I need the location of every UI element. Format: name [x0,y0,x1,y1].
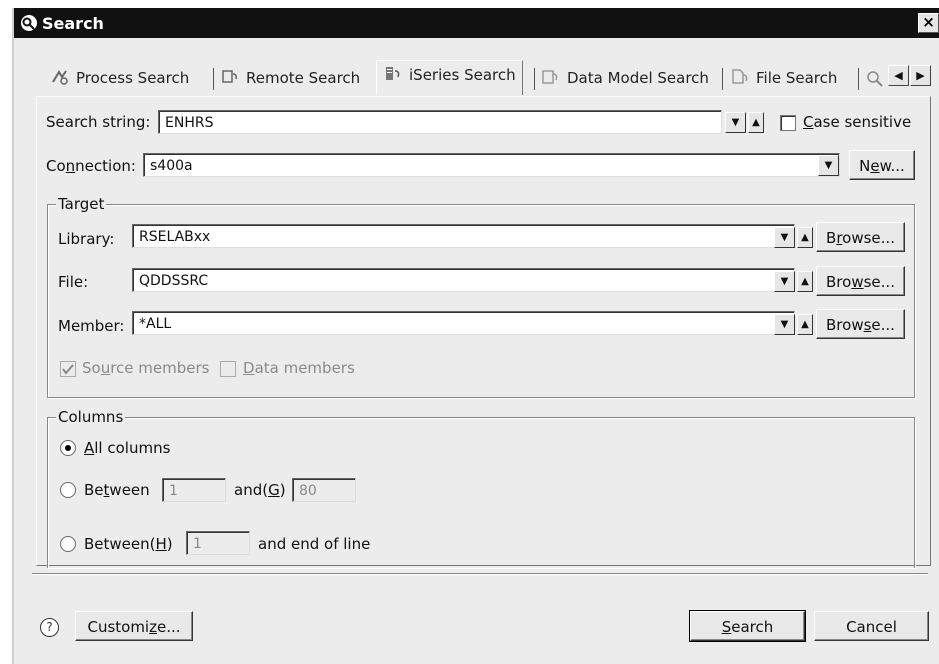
connection-select[interactable]: s400a [143,153,840,177]
tab-divider [213,68,214,90]
search-tabs: Process Search Remote Search iSeries Sea… [36,60,934,96]
library-label: Library: [58,230,115,248]
more-tabs-search-icon [867,71,883,87]
tab-divider [534,68,535,90]
tab-scroll-right-button[interactable]: ▶ [910,65,931,86]
data-members-label: Data members [243,359,355,377]
file-history-button[interactable]: ▲ [797,271,813,292]
cancel-button[interactable]: Cancel [814,611,929,641]
tab-label: File Search [756,69,838,87]
file-search-icon [732,69,748,84]
columns-group: Columns All columns Between 1 and(G) 80 … [47,408,915,568]
member-dropdown-button[interactable]: ▼ [774,314,795,335]
tab-iseries-search[interactable]: iSeries Search [376,60,523,95]
remote-search-icon [222,70,237,83]
data-members-checkbox[interactable] [220,361,236,377]
member-browse-button[interactable]: Browse... [816,309,905,339]
close-button[interactable]: × [918,13,939,33]
between-to-end-radio[interactable] [60,536,76,552]
tab-label: Remote Search [246,69,361,87]
case-sensitive-label: Case sensitive [803,113,912,131]
search-app-icon [21,15,37,31]
tab-scroll-left-button[interactable]: ◀ [888,65,909,86]
process-search-icon [52,70,68,85]
library-input[interactable]: RSELABxx [132,224,795,248]
help-icon[interactable]: ? [40,618,59,637]
tab-data-model-search[interactable]: Data Model Search [541,64,709,92]
search-string-history-button[interactable]: ▲ [748,112,764,133]
member-history-button[interactable]: ▲ [797,314,813,335]
footer-separator [32,573,928,575]
between-end-input[interactable]: 80 [292,478,356,502]
iseries-search-icon [386,67,400,80]
title-bar: Search × [14,8,939,38]
tab-remote-search[interactable]: Remote Search [220,64,360,92]
source-members-checkbox[interactable] [60,361,76,377]
tab-divider [722,68,723,90]
tab-label: iSeries Search [409,66,516,84]
target-group: Target Library: RSELABxx ▼ ▲ Browse... F… [47,195,915,398]
between-to-end-label: Between(H) [84,535,173,553]
customize-button[interactable]: Customize... [75,611,193,641]
tab-label: Process Search [76,69,190,87]
window-title: Search [42,14,104,33]
data-model-search-icon [542,70,558,84]
and-label: and(G) [234,481,286,499]
library-history-button[interactable]: ▲ [797,227,813,248]
between-to-end-start-input[interactable]: 1 [186,531,250,555]
connection-label: Connection: [46,157,136,175]
between-start-input[interactable]: 1 [162,478,226,502]
search-string-dropdown-button[interactable]: ▼ [725,112,746,133]
member-input[interactable]: *ALL [132,311,795,335]
tab-process-search[interactable]: Process Search [50,64,189,92]
new-connection-button[interactable]: New... [849,150,915,180]
library-browse-button[interactable]: Browse... [816,222,905,252]
file-label: File: [58,273,89,291]
target-caption: Target [56,195,107,213]
search-string-input[interactable]: ENHRS [158,110,722,134]
end-of-line-label: and end of line [258,535,371,553]
search-string-label: Search string: [46,113,151,131]
tab-divider [858,68,859,90]
member-label: Member: [58,317,125,335]
tab-label: Data Model Search [567,69,709,87]
search-button[interactable]: Search [689,610,806,642]
source-members-label: Source members [82,359,210,377]
file-browse-button[interactable]: Browse... [816,266,905,296]
case-sensitive-checkbox[interactable] [780,115,796,131]
connection-dropdown-button[interactable]: ▼ [818,155,839,176]
search-dialog: Search × Process Search Remote Search iS… [12,8,939,664]
iseries-search-panel: Search string: ENHRS ▼ ▲ Case sensitive … [36,96,931,568]
library-dropdown-button[interactable]: ▼ [774,227,795,248]
columns-caption: Columns [56,408,126,426]
file-dropdown-button[interactable]: ▼ [774,271,795,292]
check-mark-icon [62,364,74,375]
tab-file-search[interactable]: File Search [730,64,837,92]
between-radio[interactable] [60,482,76,498]
between-label: Between [84,481,150,499]
all-columns-label: All columns [84,439,171,457]
all-columns-radio[interactable] [60,440,76,456]
file-input[interactable]: QDDSSRC [132,268,795,292]
